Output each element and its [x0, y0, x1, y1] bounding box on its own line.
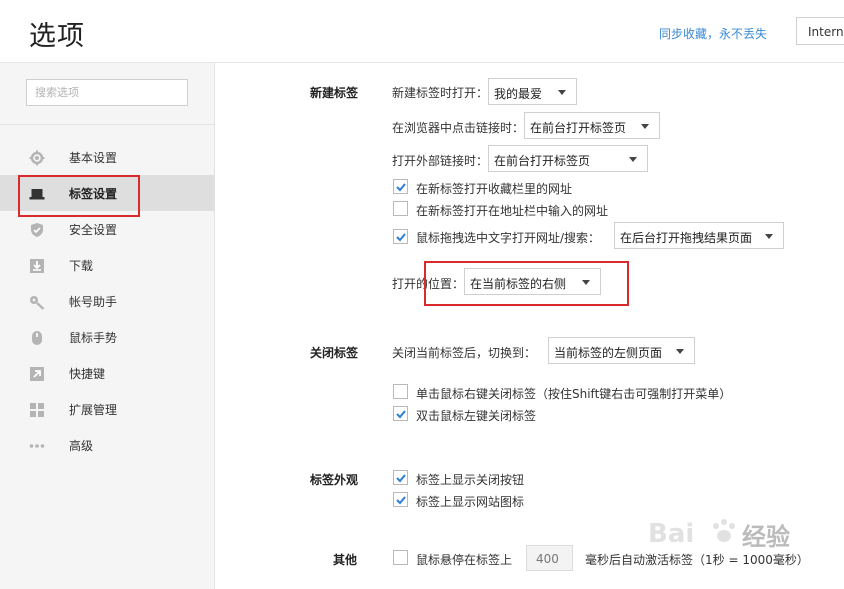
- download-icon: [29, 258, 45, 273]
- chevron-down-icon: [641, 124, 649, 129]
- ie-compat-dropdown[interactable]: Interne: [796, 17, 844, 45]
- sidebar-item-basic[interactable]: 基本设置: [0, 139, 214, 175]
- show-close-button-checkbox[interactable]: [393, 470, 408, 485]
- hover-activate-label: 鼠标悬停在标签上: [416, 553, 513, 567]
- sidebar-item-label: 基本设置: [69, 151, 118, 165]
- click-link-label: 在浏览器中点击链接时：: [392, 121, 525, 135]
- chevron-down-icon: [558, 90, 566, 95]
- chevron-down-icon: [765, 234, 773, 239]
- show-favicon-checkbox[interactable]: [393, 492, 408, 507]
- gear-icon: [29, 150, 45, 166]
- checkmark-icon: [396, 474, 406, 483]
- sidebar: 基本设置 标签设置 安全设置 下载 帐号助手 鼠标手势 快捷键: [0, 63, 215, 589]
- mouse-icon: [29, 330, 45, 345]
- favorites-new-tab-checkbox[interactable]: [393, 179, 408, 194]
- section-other: 其他: [333, 553, 358, 567]
- shortcut-arrow-icon: [29, 366, 45, 381]
- sidebar-item-label: 帐号助手: [69, 295, 118, 309]
- after-close-label: 关闭当前标签后，切换到：: [392, 346, 537, 360]
- sidebar-item-label: 高级: [69, 439, 94, 453]
- click-link-select[interactable]: 在前台打开标签页: [524, 112, 660, 139]
- watermark-brand: Bai: [648, 519, 694, 549]
- drag-open-select[interactable]: 在后台打开拖拽结果页面: [614, 222, 784, 249]
- open-new-tab-select[interactable]: 我的最爱: [488, 78, 577, 105]
- checkmark-icon: [396, 233, 406, 242]
- sidebar-item-label: 扩展管理: [69, 403, 118, 417]
- chevron-down-icon: [629, 157, 637, 162]
- hover-delay-input[interactable]: 400: [526, 545, 573, 571]
- sidebar-item-label: 安全设置: [69, 223, 118, 237]
- hover-delay-suffix: 毫秒后自动激活标签（1秒 = 1000毫秒）: [585, 553, 809, 567]
- drag-open-checkbox[interactable]: [393, 229, 408, 244]
- sidebar-item-shortcut[interactable]: 快捷键: [0, 355, 214, 391]
- right-click-close-checkbox[interactable]: [393, 384, 408, 399]
- favorites-new-tab-label: 在新标签打开收藏栏里的网址: [416, 182, 573, 196]
- hover-activate-checkbox[interactable]: [393, 550, 408, 565]
- select-value: 在前台打开标签页: [494, 154, 591, 168]
- select-value: 在前台打开标签页: [530, 121, 627, 135]
- sidebar-item-label: 鼠标手势: [69, 331, 118, 345]
- select-value: 当前标签的左侧页面: [554, 346, 663, 360]
- page-title: 选项: [29, 21, 85, 52]
- section-new-tab: 新建标签: [310, 86, 359, 100]
- double-click-close-label: 双击鼠标左键关闭标签: [416, 409, 537, 423]
- drag-open-label: 鼠标拖拽选中文字打开网址/搜索：: [416, 231, 601, 245]
- right-click-close-label: 单击鼠标右键关闭标签（按住Shift键右击可强制打开菜单）: [416, 387, 732, 401]
- search-input[interactable]: [26, 79, 188, 106]
- key-icon: [29, 294, 45, 310]
- select-value: 在后台打开拖拽结果页面: [620, 231, 753, 245]
- addressbar-new-tab-checkbox[interactable]: [393, 201, 408, 216]
- sidebar-item-extensions[interactable]: 扩展管理: [0, 391, 214, 427]
- sidebar-item-label: 下载: [69, 259, 94, 273]
- watermark-suffix: 经验: [742, 523, 790, 551]
- sidebar-item-label: 快捷键: [69, 367, 106, 381]
- highlight-box-nav: [18, 175, 140, 217]
- open-new-tab-label: 新建标签时打开：: [392, 86, 489, 100]
- double-click-close-checkbox[interactable]: [393, 406, 408, 421]
- sidebar-item-download[interactable]: 下载: [0, 247, 214, 283]
- section-tab-appearance: 标签外观: [310, 473, 359, 487]
- checkmark-icon: [396, 496, 406, 505]
- sidebar-item-mouse-gesture[interactable]: 鼠标手势: [0, 319, 214, 355]
- header: 选项 同步收藏，永不丢失 Interne: [0, 0, 844, 63]
- external-link-select[interactable]: 在前台打开标签页: [488, 145, 648, 172]
- shield-icon: [29, 222, 45, 237]
- grid-icon: [29, 402, 45, 417]
- section-close-tab: 关闭标签: [310, 346, 359, 360]
- show-close-button-label: 标签上显示关闭按钮: [416, 473, 525, 487]
- sync-favorites-link[interactable]: 同步收藏，永不丢失: [659, 25, 767, 42]
- checkmark-icon: [396, 410, 406, 419]
- highlight-box-position: [424, 261, 629, 306]
- sidebar-item-account[interactable]: 帐号助手: [0, 283, 214, 319]
- checkmark-icon: [396, 183, 406, 192]
- after-close-select[interactable]: 当前标签的左侧页面: [548, 337, 695, 364]
- select-value: 我的最爱: [494, 87, 543, 101]
- addressbar-new-tab-label: 在新标签打开在地址栏中输入的网址: [416, 204, 609, 218]
- external-link-label: 打开外部链接时：: [392, 154, 489, 168]
- show-favicon-label: 标签上显示网站图标: [416, 495, 525, 509]
- chevron-down-icon: [676, 349, 684, 354]
- dots-icon: [29, 438, 45, 453]
- sidebar-item-advanced[interactable]: 高级: [0, 427, 214, 463]
- sidebar-search-area: [0, 63, 214, 125]
